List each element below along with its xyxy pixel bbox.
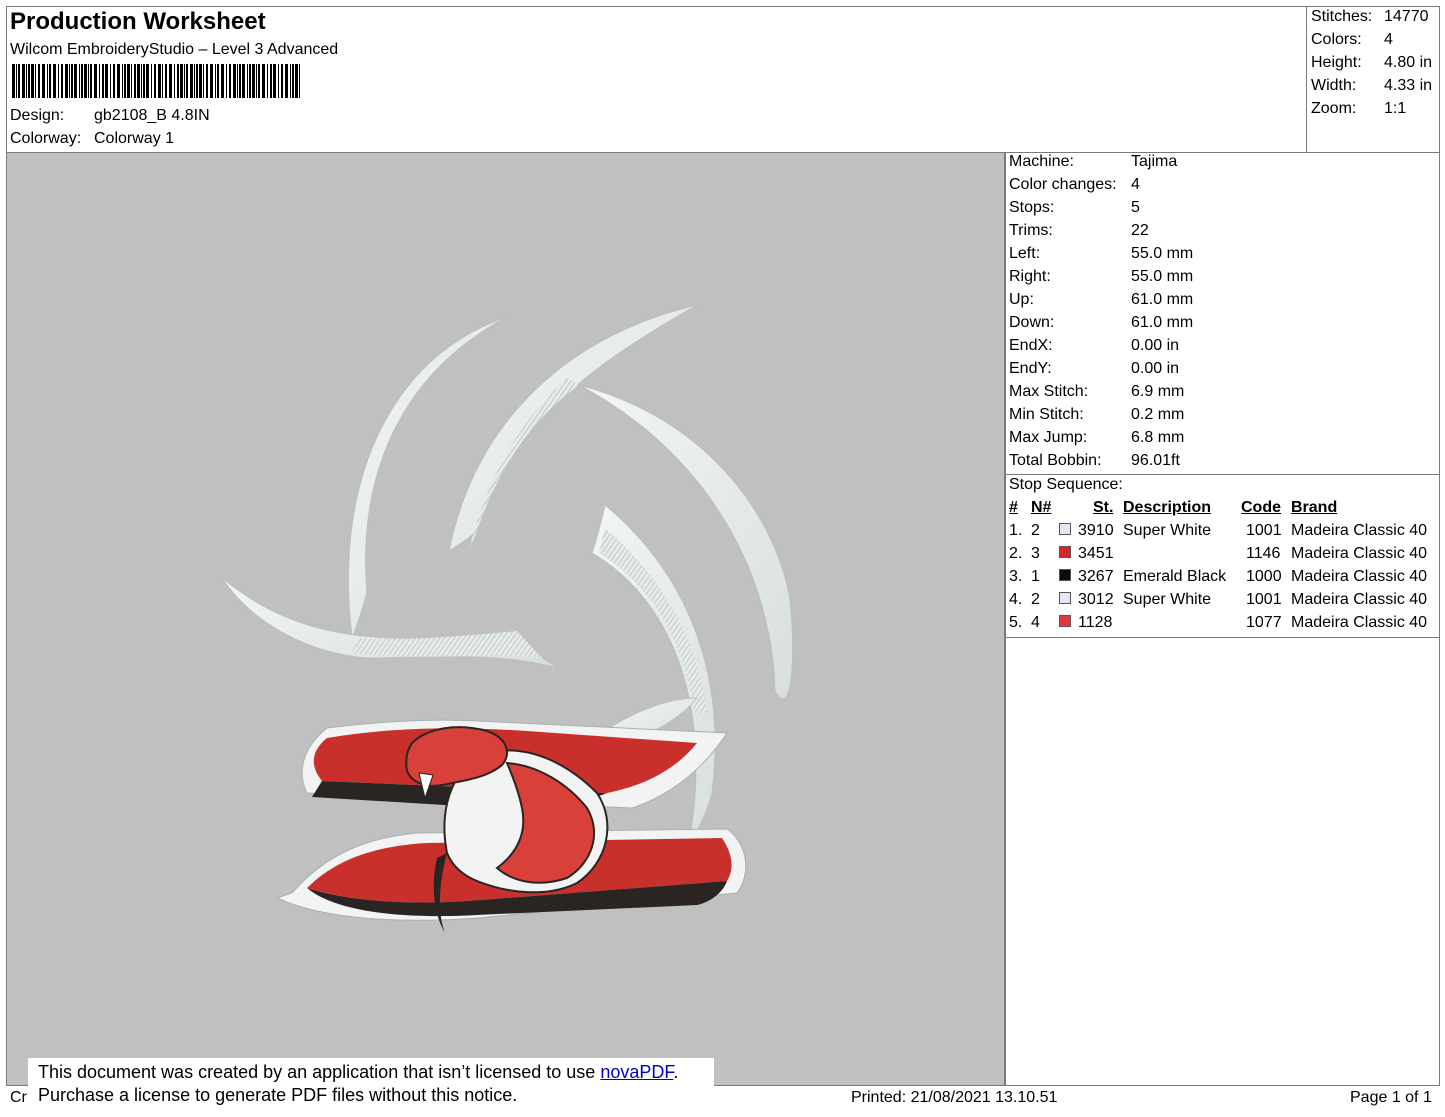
row-stitches: 1128 (1078, 614, 1113, 631)
row-description: Emerald Black (1123, 568, 1227, 585)
row-brand: Madeira Classic 40 (1291, 591, 1428, 608)
machine-value: 55.0 mm (1131, 268, 1194, 285)
machine-value: 6.9 mm (1131, 383, 1185, 400)
color-swatch (1059, 615, 1071, 627)
machine-label: Max Jump: (1009, 429, 1088, 446)
row-num: 3. (1009, 568, 1023, 585)
stat-value: 1:1 (1384, 100, 1407, 117)
row-brand: Madeira Classic 40 (1291, 614, 1428, 631)
page-title: Production Worksheet (10, 8, 266, 35)
machine-label: Down: (1009, 314, 1055, 331)
color-swatch (1059, 546, 1071, 558)
colorway-label: Colorway: (10, 130, 82, 147)
stat-label: Width: (1311, 77, 1357, 94)
machine-label: EndY: (1009, 360, 1052, 377)
row-description: Super White (1123, 522, 1212, 539)
machine-value: 0.2 mm (1131, 406, 1185, 423)
stat-label: Zoom: (1311, 100, 1357, 117)
ball-arc-bottom-stitch (352, 631, 542, 658)
license-notice: This document was created by an applicat… (28, 1058, 714, 1114)
machine-label: Right: (1009, 268, 1051, 285)
row-stitches: 3012 (1078, 591, 1114, 608)
page-number: Page 1 of 1 (1350, 1089, 1432, 1106)
machine-label: Color changes: (1009, 176, 1117, 193)
row-stitches: 3451 (1078, 545, 1114, 562)
col-num-header: # (1009, 499, 1018, 516)
machine-value: 22 (1131, 222, 1149, 239)
stat-value: 4 (1384, 31, 1393, 48)
stat-value: 4.33 in (1384, 77, 1433, 94)
machine-label: Machine: (1009, 153, 1074, 170)
notice-period: . (673, 1062, 679, 1082)
row-code: 1000 (1246, 568, 1282, 585)
row-description: Super White (1123, 591, 1212, 608)
software-name: Wilcom EmbroideryStudio – Level 3 Advanc… (10, 41, 339, 58)
stat-value: 14770 (1384, 8, 1429, 25)
row-needle: 2 (1031, 522, 1040, 539)
row-needle: 3 (1031, 545, 1040, 562)
colorway-value: Colorway 1 (94, 130, 175, 147)
row-num: 5. (1009, 614, 1023, 631)
col-brand-header: Brand (1291, 499, 1338, 516)
footer-text: Cr (10, 1089, 27, 1106)
notice-line-2: Purchase a license to generate PDF files… (38, 1085, 518, 1105)
design-preview (6, 152, 1006, 1086)
embroidery-design-image (221, 304, 794, 933)
color-swatch (1059, 523, 1071, 535)
machine-value: 4 (1131, 176, 1140, 193)
machine-value: 61.0 mm (1131, 291, 1194, 308)
row-needle: 2 (1031, 591, 1040, 608)
color-swatch (1059, 569, 1071, 581)
stop-sequence-title: Stop Sequence: (1009, 476, 1123, 493)
machine-label: Max Stitch: (1009, 383, 1089, 400)
row-brand: Madeira Classic 40 (1291, 522, 1428, 539)
row-brand: Madeira Classic 40 (1291, 568, 1428, 585)
machine-label: Up: (1009, 291, 1034, 308)
divider (1004, 637, 1440, 638)
divider (1004, 474, 1440, 475)
stat-label: Height: (1311, 54, 1362, 71)
row-needle: 4 (1031, 614, 1040, 631)
printed-timestamp: Printed: 21/08/2021 13.10.51 (851, 1089, 1058, 1106)
novapdf-link[interactable]: novaPDF (600, 1062, 673, 1082)
row-brand: Madeira Classic 40 (1291, 545, 1428, 562)
machine-label: Stops: (1009, 199, 1055, 216)
stat-label: Stitches: (1311, 8, 1373, 25)
machine-value: Tajima (1131, 153, 1178, 170)
machine-value: 0.00 in (1131, 360, 1180, 377)
design-value: gb2108_B 4.8IN (94, 107, 210, 124)
row-needle: 1 (1031, 568, 1040, 585)
col-description-header: Description (1123, 499, 1212, 516)
row-num: 1. (1009, 522, 1023, 539)
notice-line-1: This document was created by an applicat… (38, 1062, 678, 1083)
col-stitches-header: St. (1093, 499, 1114, 516)
row-code: 1146 (1246, 545, 1281, 562)
machine-value: 6.8 mm (1131, 429, 1185, 446)
col-needle-header: N# (1031, 499, 1052, 516)
machine-value: 0.00 in (1131, 337, 1180, 354)
notice-text: This document was created by an applicat… (38, 1062, 601, 1082)
machine-value: 61.0 mm (1131, 314, 1194, 331)
row-stitches: 3910 (1078, 522, 1114, 539)
stat-label: Colors: (1311, 31, 1362, 48)
machine-label: Left: (1009, 245, 1041, 262)
row-code: 1001 (1246, 591, 1282, 608)
machine-label: EndX: (1009, 337, 1053, 354)
machine-label: Min Stitch: (1009, 406, 1084, 423)
machine-value: 55.0 mm (1131, 245, 1194, 262)
machine-value: 5 (1131, 199, 1140, 216)
row-num: 2. (1009, 545, 1023, 562)
row-num: 4. (1009, 591, 1023, 608)
row-stitches: 3267 (1078, 568, 1114, 585)
machine-value: 96.01ft (1131, 452, 1180, 469)
machine-label: Trims: (1009, 222, 1053, 239)
machine-label: Total Bobbin: (1009, 452, 1102, 469)
design-label: Design: (10, 107, 65, 124)
stat-value: 4.80 in (1384, 54, 1433, 71)
col-code-header: Code (1241, 499, 1281, 516)
barcode-image (12, 64, 300, 98)
color-swatch (1059, 592, 1071, 604)
row-code: 1077 (1246, 614, 1282, 631)
row-code: 1001 (1246, 522, 1282, 539)
